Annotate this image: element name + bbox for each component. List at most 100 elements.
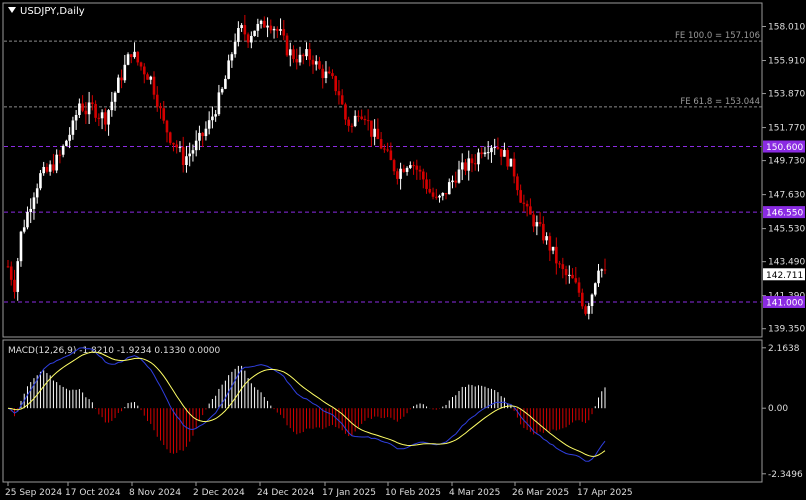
candle-body bbox=[214, 114, 217, 117]
candle-body bbox=[441, 192, 445, 196]
candle-body bbox=[155, 94, 159, 107]
candle-body bbox=[529, 206, 532, 215]
x-tick-label: 17 Apr 2025 bbox=[577, 488, 633, 498]
candle-body bbox=[120, 77, 123, 81]
candle-body bbox=[548, 236, 552, 251]
candle-body bbox=[444, 192, 448, 195]
candle-body bbox=[600, 269, 604, 271]
candle-body bbox=[9, 266, 13, 280]
candle-body bbox=[13, 279, 16, 292]
candle-body bbox=[292, 49, 295, 60]
candle-body bbox=[84, 110, 88, 115]
candle-body bbox=[117, 77, 120, 93]
candle-body bbox=[39, 173, 42, 189]
candle-body bbox=[246, 34, 250, 43]
price-tick-label: 145.530 bbox=[768, 225, 805, 235]
x-tick-label: 17 Oct 2024 bbox=[65, 488, 121, 498]
candle-body bbox=[237, 28, 240, 42]
candle-body bbox=[561, 264, 565, 270]
candle-body bbox=[451, 180, 454, 183]
candle-body bbox=[321, 68, 325, 79]
candle-body bbox=[301, 54, 305, 57]
candle-body bbox=[305, 49, 308, 57]
candle-body bbox=[551, 246, 555, 251]
candle-body bbox=[288, 49, 292, 56]
candle-body bbox=[522, 202, 526, 204]
candle-body bbox=[243, 25, 247, 35]
candle-body bbox=[467, 158, 471, 171]
candle-body bbox=[295, 59, 299, 63]
candle-body bbox=[165, 120, 169, 133]
chart-title[interactable]: USDJPY,Daily bbox=[8, 6, 85, 17]
candle-body bbox=[198, 132, 201, 141]
candle-body bbox=[32, 197, 36, 209]
candle-body bbox=[259, 20, 263, 24]
candle-body bbox=[188, 153, 191, 157]
candle-body bbox=[311, 59, 315, 65]
candle-body bbox=[425, 179, 428, 189]
candle-body bbox=[383, 148, 386, 150]
candle-body bbox=[129, 54, 133, 58]
candle-body bbox=[136, 51, 140, 63]
candle-body bbox=[525, 203, 529, 207]
candle-body bbox=[587, 306, 591, 314]
candle-body bbox=[415, 165, 419, 170]
candle-body bbox=[142, 66, 146, 75]
candle-body bbox=[48, 164, 52, 172]
price-tick-label: 158.010 bbox=[768, 23, 805, 33]
candle-body bbox=[373, 128, 376, 137]
candle-body bbox=[577, 282, 581, 293]
candle-body bbox=[227, 60, 230, 79]
candle-body bbox=[334, 76, 338, 92]
candle-body bbox=[331, 73, 334, 77]
candle-body bbox=[107, 110, 110, 125]
candle-body bbox=[535, 222, 539, 227]
candle-body bbox=[6, 266, 10, 268]
candle-body bbox=[457, 169, 461, 183]
candle-body bbox=[486, 152, 490, 154]
price-tick-label: 143.490 bbox=[768, 258, 805, 268]
candle-body bbox=[473, 163, 477, 165]
macd-indicator-label[interactable]: MACD(12,26,9) -1.8210 -1.9234 0.1330 0.0… bbox=[8, 346, 221, 356]
candle-body bbox=[146, 74, 149, 80]
candle-body bbox=[282, 29, 286, 36]
price-tick-label: 151.770 bbox=[768, 124, 805, 134]
candle-body bbox=[454, 180, 458, 183]
candle-body bbox=[555, 246, 558, 264]
candle-body bbox=[499, 148, 503, 157]
candle-body bbox=[460, 162, 464, 170]
candle-body bbox=[571, 274, 574, 279]
candle-body bbox=[110, 101, 114, 111]
candle-body bbox=[538, 222, 542, 224]
candle-body bbox=[568, 274, 571, 276]
candle-body bbox=[464, 162, 467, 171]
candle-body bbox=[509, 158, 513, 167]
candle-body bbox=[250, 35, 253, 43]
candle-body bbox=[428, 188, 432, 193]
candle-body bbox=[422, 171, 425, 180]
candle-body bbox=[194, 140, 198, 151]
candle-body bbox=[217, 92, 221, 115]
candle-body bbox=[298, 54, 302, 63]
candle-body bbox=[123, 64, 127, 81]
candle-body bbox=[376, 128, 380, 140]
candle-body bbox=[327, 71, 331, 74]
candle-body bbox=[81, 103, 84, 111]
x-tick-label: 4 Mar 2025 bbox=[449, 488, 500, 498]
symbol-label: USDJPY,Daily bbox=[20, 6, 85, 17]
candle-body bbox=[532, 214, 535, 227]
candle-body bbox=[133, 51, 136, 58]
candle-body bbox=[230, 54, 234, 61]
candle-body bbox=[314, 61, 318, 65]
x-tick-label: 10 Feb 2025 bbox=[385, 488, 441, 498]
candle-body bbox=[253, 30, 256, 36]
candle-body bbox=[480, 152, 484, 155]
candle-body bbox=[409, 165, 412, 168]
macd-tick-label: 2.1638 bbox=[768, 344, 800, 354]
candle-body bbox=[178, 147, 182, 149]
candle-body bbox=[152, 76, 156, 95]
candle-body bbox=[22, 227, 26, 232]
candle-body bbox=[224, 78, 227, 89]
candle-body bbox=[58, 154, 62, 156]
candle-body bbox=[584, 306, 587, 314]
